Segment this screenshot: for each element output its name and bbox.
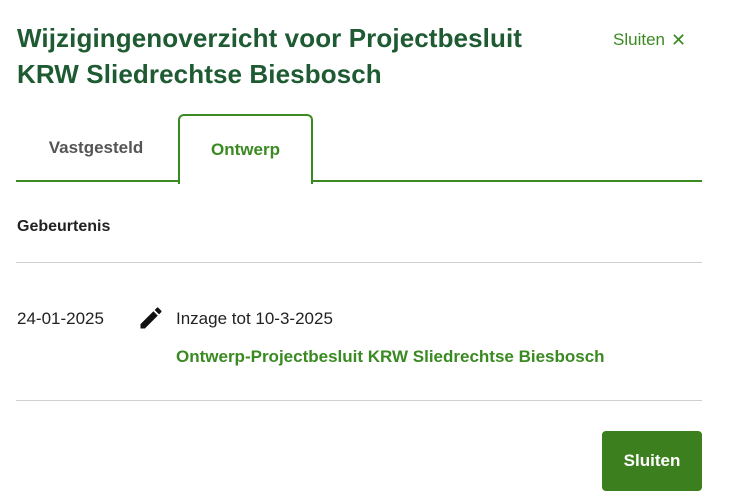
close-x-icon: ✕ [670, 30, 687, 50]
dialog-title: Wijzigingenoverzicht voor Projectbesluit… [17, 23, 523, 89]
tab-bar: Vastgesteld Ontwerp [16, 114, 702, 184]
tab-vastgesteld[interactable]: Vastgesteld [16, 114, 176, 182]
pencil-icon [140, 307, 162, 329]
divider [16, 262, 702, 263]
tab-label: Vastgesteld [48, 138, 144, 157]
change-overview-dialog: Wijzigingenoverzicht voor Projectbesluit… [0, 0, 733, 502]
event-date: 24-01-2025 [17, 309, 104, 328]
tab-ontwerp[interactable]: Ontwerp [178, 114, 313, 184]
close-link-label: Sluiten [613, 30, 665, 49]
divider [16, 400, 702, 401]
column-header-gebeurtenis: Gebeurtenis [17, 218, 111, 235]
event-description: Inzage tot 10-3-2025 [176, 309, 333, 328]
event-document-link[interactable]: Ontwerp-Projectbesluit KRW Sliedrechtse … [176, 346, 605, 368]
close-link[interactable]: Sluiten ✕ [613, 29, 686, 51]
tab-label: Ontwerp [211, 140, 280, 159]
close-button[interactable]: Sluiten [602, 431, 702, 491]
